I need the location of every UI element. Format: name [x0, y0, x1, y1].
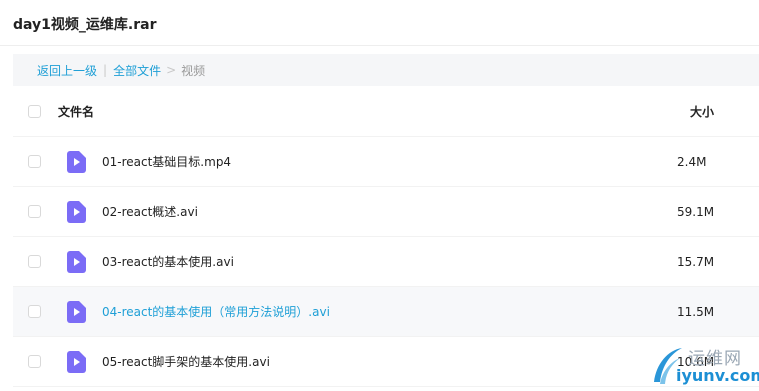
page-header: day1视频_运维库.rar [0, 0, 759, 46]
all-files-link[interactable]: 全部文件 [113, 62, 161, 79]
breadcrumb-separator: | [103, 63, 108, 77]
file-name[interactable]: 03-react的基本使用.avi [102, 253, 234, 270]
breadcrumb-arrow: > [166, 63, 177, 77]
select-all-checkbox[interactable] [28, 105, 41, 118]
row-checkbox[interactable] [28, 205, 41, 218]
page-title: day1视频_运维库.rar [13, 17, 157, 33]
row-checkbox[interactable] [28, 305, 41, 318]
row-checkbox[interactable] [28, 155, 41, 168]
video-file-icon [67, 300, 86, 323]
file-size: 2.4M [677, 154, 707, 169]
column-header-name: 文件名 [58, 105, 95, 119]
breadcrumb-current: 视频 [181, 63, 206, 78]
row-checkbox[interactable] [28, 355, 41, 368]
file-name[interactable]: 01-react基础目标.mp4 [102, 153, 231, 170]
table-row[interactable]: 02-react概述.avi 59.1M [13, 187, 759, 237]
video-file-icon [67, 350, 86, 373]
video-file-icon [67, 250, 86, 273]
watermark-logo: 运维网 iyunv.com [648, 342, 759, 391]
file-size: 11.5M [677, 304, 715, 319]
breadcrumb: 返回上一级 | 全部文件 > 视频 [13, 54, 759, 86]
file-name[interactable]: 05-react脚手架的基本使用.avi [102, 353, 270, 370]
file-name[interactable]: 04-react的基本使用（常用方法说明）.avi [102, 303, 330, 320]
table-row[interactable]: 01-react基础目标.mp4 2.4M [13, 137, 759, 187]
file-size: 15.7M [677, 254, 715, 269]
watermark-text-en: iyunv.com [676, 366, 759, 385]
file-size: 59.1M [677, 204, 715, 219]
table-row[interactable]: 04-react的基本使用（常用方法说明）.avi 11.5M [13, 287, 759, 337]
video-file-icon [67, 200, 86, 223]
video-file-icon [67, 150, 86, 173]
row-checkbox[interactable] [28, 255, 41, 268]
back-link[interactable]: 返回上一级 [37, 62, 97, 79]
table-row[interactable]: 03-react的基本使用.avi 15.7M [13, 237, 759, 287]
column-header-size: 大小 [690, 105, 715, 119]
file-name[interactable]: 02-react概述.avi [102, 203, 198, 220]
table-header: 文件名 大小 [13, 87, 759, 137]
